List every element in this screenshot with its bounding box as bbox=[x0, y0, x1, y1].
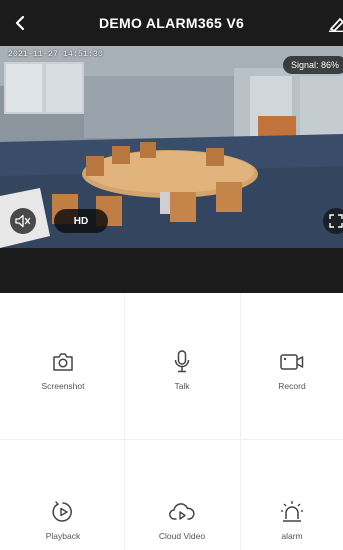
speaker-muted-icon bbox=[15, 214, 31, 228]
microphone-icon bbox=[174, 350, 190, 373]
video-camera-icon bbox=[280, 354, 304, 370]
camera-scene-image bbox=[0, 46, 343, 248]
video-timestamp: 2021-11-27 14:51:30 bbox=[8, 50, 104, 59]
playback-button[interactable]: Playback bbox=[6, 439, 120, 550]
screenshot-label: Screenshot bbox=[41, 381, 85, 391]
cloud-play-icon bbox=[169, 503, 195, 520]
alarm-siren-icon bbox=[281, 501, 303, 522]
playback-icon bbox=[52, 501, 72, 522]
mute-button[interactable] bbox=[10, 208, 36, 234]
signal-strength-badge: Signal: 86% bbox=[282, 56, 343, 74]
screenshot-button[interactable]: Screenshot bbox=[6, 293, 120, 421]
record-label: Record bbox=[278, 381, 306, 391]
cloud-video-label: Cloud Video bbox=[158, 531, 206, 541]
edit-button[interactable] bbox=[311, 7, 343, 39]
alarm-button[interactable]: alarm bbox=[241, 439, 343, 550]
talk-button[interactable]: Talk bbox=[125, 293, 239, 421]
talk-label: Talk bbox=[174, 381, 190, 391]
record-button[interactable]: Record bbox=[241, 293, 343, 421]
page-title: DEMO ALARM365 V6 bbox=[98, 15, 245, 31]
back-button[interactable] bbox=[4, 7, 36, 39]
camera-live-view[interactable]: 2021-11-27 14:51:30 Signal: 86% HD bbox=[0, 46, 343, 248]
camera-icon bbox=[53, 353, 73, 371]
top-bar: DEMO ALARM365 V6 bbox=[0, 0, 343, 46]
fullscreen-icon bbox=[329, 214, 343, 228]
chevron-left-icon bbox=[15, 15, 25, 31]
video-bottom-bar bbox=[0, 248, 343, 293]
fullscreen-button[interactable] bbox=[323, 208, 343, 234]
cloud-video-button[interactable]: Cloud Video bbox=[125, 439, 239, 550]
playback-label: Playback bbox=[45, 531, 81, 541]
alarm-label: alarm bbox=[281, 531, 303, 541]
edit-pencil-icon bbox=[329, 17, 343, 32]
action-grid: Screenshot Talk Record Playback Cloud Vi… bbox=[0, 293, 343, 550]
quality-toggle-button[interactable]: HD bbox=[54, 209, 108, 233]
